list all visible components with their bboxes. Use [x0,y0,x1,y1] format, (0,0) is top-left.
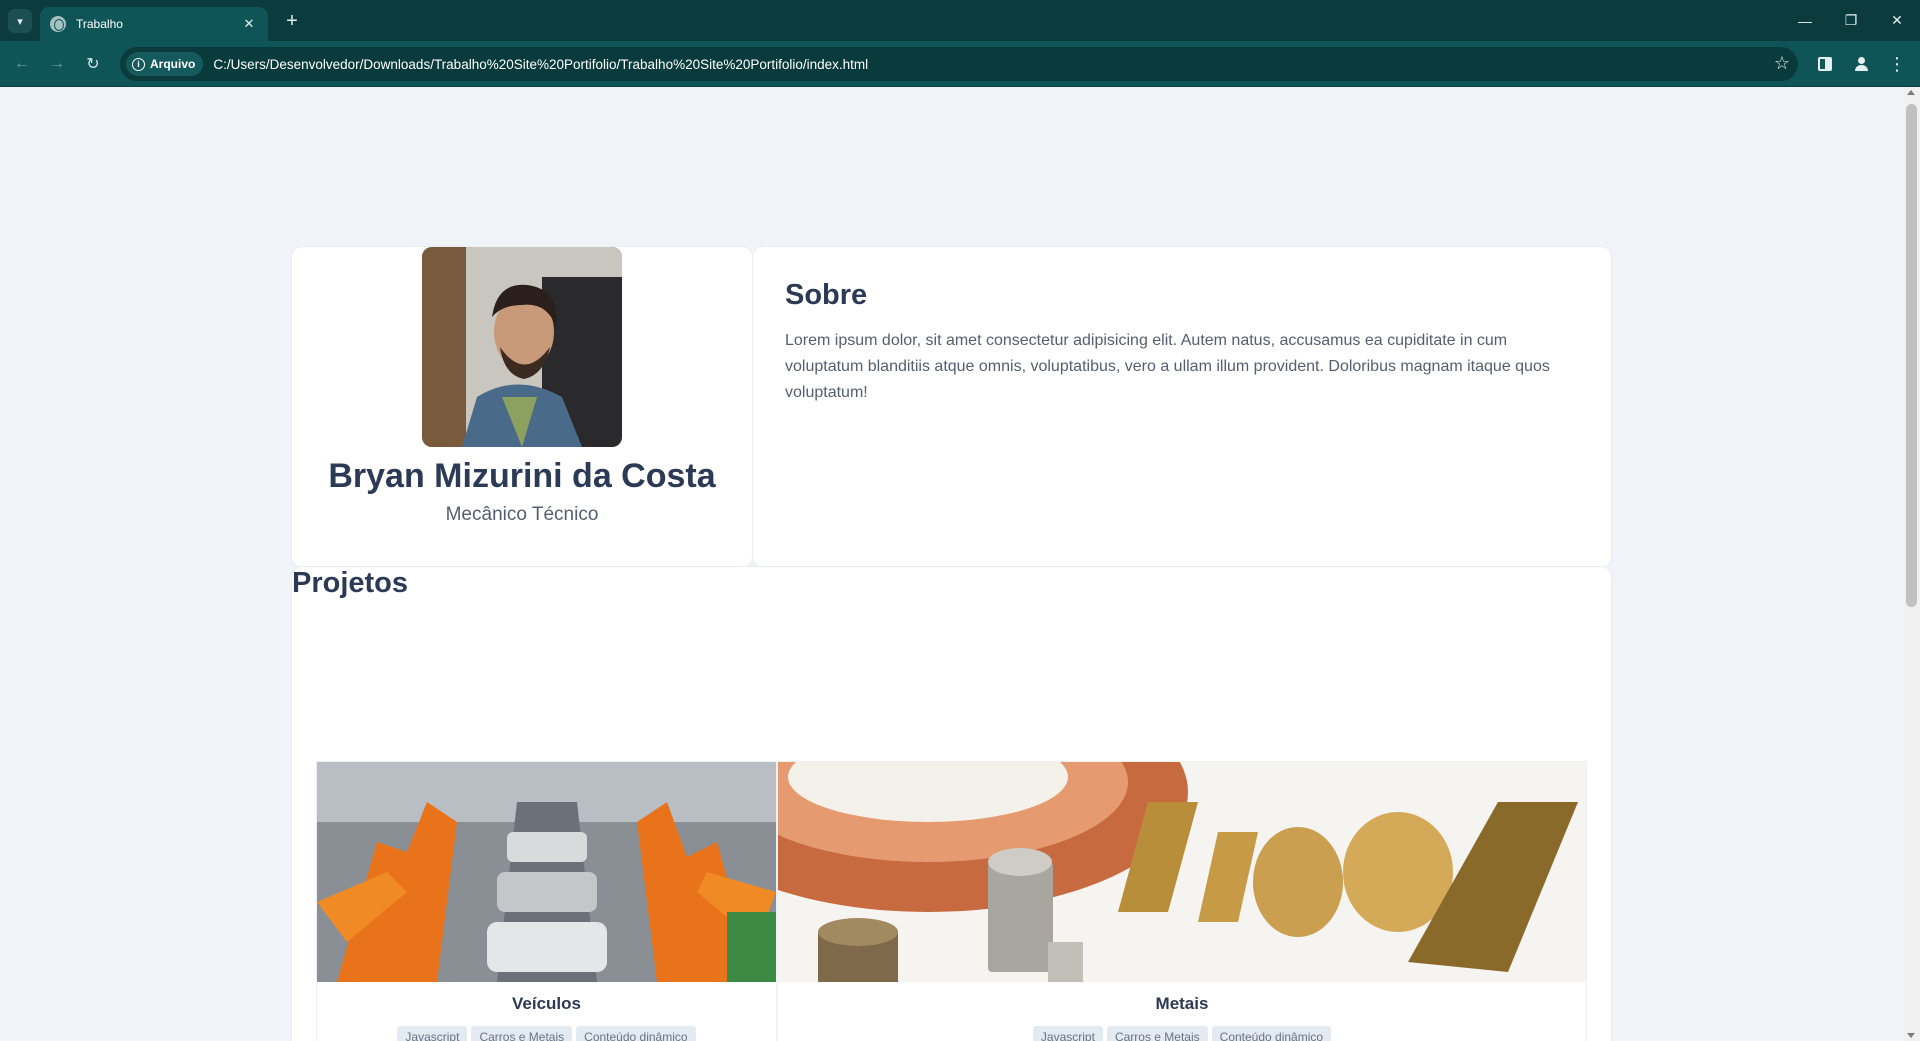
site-info-chip[interactable]: i Arquivo [126,52,204,76]
scroll-up-arrow-icon[interactable] [1907,90,1915,95]
project-card-metais[interactable]: Metais Javascript Carros e Metais Conteú… [778,762,1586,1041]
tab-title: Trabalho [76,17,123,31]
forward-button[interactable]: → [44,51,70,77]
bookmark-star-icon[interactable]: ☆ [1774,53,1790,74]
site-chip-label: Arquivo [150,57,196,71]
profile-button[interactable] [1848,51,1874,77]
page-viewport: Bryan Mizurini da Costa Mecânico Técnico… [0,87,1903,1041]
metal-bars-image [778,762,1586,982]
browser-toolbar: ← → ↻ i Arquivo C:/Users/Desenvolvedor/D… [0,41,1920,87]
tag: Carros e Metais [471,1026,573,1041]
restore-button[interactable]: ❐ [1828,0,1874,41]
tag: Javascript [1032,1026,1103,1041]
tag: Conteúdo dinâmico [576,1026,696,1041]
globe-icon [50,16,66,32]
tag: Javascript [397,1026,468,1041]
profile-card: Bryan Mizurini da Costa Mecânico Técnico [292,247,752,567]
profile-name: Bryan Mizurini da Costa [328,457,716,495]
browser-tabbar: ▾ Trabalho ✕ + — ❐ ✕ [0,0,1920,41]
scrollbar-thumb[interactable] [1906,104,1917,607]
back-button[interactable]: ← [9,51,35,77]
side-panel-icon [1818,57,1832,71]
tag: Conteúdo dinâmico [1211,1026,1332,1041]
address-bar[interactable]: i Arquivo C:/Users/Desenvolvedor/Downloa… [120,47,1798,81]
browser-tab[interactable]: Trabalho ✕ [40,7,268,41]
page-scrollbar[interactable] [1903,87,1920,1041]
about-title: Sobre [785,279,868,311]
project-card-veiculos[interactable]: Veículos Javascript Carros e Metais Cont… [317,762,776,1041]
tab-search-button[interactable]: ▾ [8,9,32,33]
project-image [317,762,776,982]
about-card: Sobre Lorem ipsum dolor, sit amet consec… [753,247,1611,567]
side-panel-button[interactable] [1812,51,1838,77]
reload-button[interactable]: ↻ [80,51,106,77]
tag-list: Javascript Carros e Metais Conteúdo dinâ… [778,1026,1586,1041]
tag: Carros e Metais [1106,1026,1208,1041]
info-icon: i [132,57,145,71]
person-icon [1854,57,1868,71]
project-image [778,762,1586,982]
about-text: Lorem ipsum dolor, sit amet consectetur … [785,332,1550,401]
minimize-button[interactable]: — [1782,0,1828,41]
close-window-button[interactable]: ✕ [1874,0,1920,41]
car-factory-image [317,762,776,982]
new-tab-button[interactable]: + [280,9,304,33]
tab-close-button[interactable]: ✕ [240,16,258,32]
profile-role: Mecânico Técnico [445,504,599,525]
projects-title: Projetos [292,567,409,599]
avatar [422,247,622,447]
url-text[interactable]: C:/Users/Desenvolvedor/Downloads/Trabalh… [213,57,868,72]
project-title: Veículos [512,994,581,1013]
browser-menu-button[interactable]: ⋮ [1884,51,1910,77]
avatar-photo [422,247,622,447]
tag-list: Javascript Carros e Metais Conteúdo dinâ… [317,1026,776,1041]
project-title: Metais [1155,994,1209,1013]
window-controls: — ❐ ✕ [1782,0,1920,41]
scroll-down-arrow-icon[interactable] [1907,1033,1915,1038]
